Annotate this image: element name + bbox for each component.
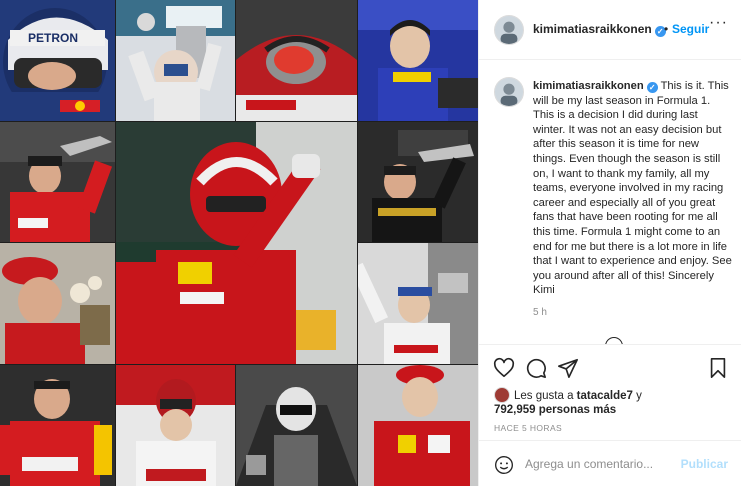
post-timestamp[interactable]: HACE 5 HORAS	[494, 423, 562, 433]
post-caption: kimimatiasraikkonen ✓ This is it. This wi…	[533, 79, 733, 298]
photo-alfa-romeo-helmet	[116, 365, 235, 486]
add-comment-bar: Publicar	[479, 440, 741, 486]
photo-champagne	[0, 243, 115, 364]
photo-lotus-trophy	[358, 122, 478, 242]
likes-summary: Les gusta a tatacalde7 y 792,959 persona…	[494, 387, 734, 417]
photo-mclaren-podium	[358, 243, 478, 364]
likes-prefix: Les gusta a	[514, 390, 577, 402]
photo-ferrari-suit-arms	[0, 365, 115, 486]
caption-text: This is it. This will be my last season …	[533, 80, 732, 297]
caption-username[interactable]: kimimatiasraikkonen ✓	[533, 80, 658, 93]
post-image[interactable]: PETRON	[0, 0, 478, 486]
paper-plane-icon[interactable]	[557, 357, 579, 379]
photo-young-kimi-sauber	[358, 0, 478, 121]
comment-input[interactable]	[525, 453, 685, 475]
photo-cockpit	[236, 365, 357, 486]
caption-avatar[interactable]	[494, 77, 524, 107]
post-header: kimimatiasraikkonen ✓ • Seguir ···	[479, 0, 741, 60]
header-separator: •	[664, 22, 669, 36]
photo-ferrari-cap	[358, 365, 478, 486]
header-username[interactable]: kimimatiasraikkonen ✓	[533, 22, 666, 37]
comment-icon[interactable]	[525, 357, 547, 379]
more-options-icon[interactable]: ···	[709, 14, 728, 32]
likes-count[interactable]: 792,959 personas más	[494, 404, 616, 416]
caption-time: 5 h	[533, 307, 547, 318]
photo-helmet-red-bull: PETRON	[0, 0, 115, 121]
photo-car-halo	[236, 0, 357, 121]
follow-button[interactable]: Seguir	[672, 22, 709, 36]
likes-connector: y	[632, 390, 642, 402]
avatar[interactable]	[494, 15, 524, 45]
load-more-comments-icon[interactable]	[605, 337, 623, 344]
verified-badge-icon: ✓	[646, 82, 658, 93]
comments-section: kimimatiasraikkonen ✓ This is it. This wi…	[479, 61, 741, 344]
heart-icon[interactable]	[493, 357, 515, 379]
liker-username[interactable]: tatacalde7	[577, 390, 633, 402]
bookmark-icon[interactable]	[707, 357, 729, 379]
svg-text:PETRON: PETRON	[28, 31, 78, 45]
publish-button[interactable]: Publicar	[681, 457, 728, 471]
liker-avatar[interactable]	[494, 387, 510, 403]
photo-podium-trophy	[116, 0, 235, 121]
photo-kimi-celebrating-helmet	[116, 122, 357, 364]
smiley-icon[interactable]	[494, 455, 514, 475]
post-side-panel: kimimatiasraikkonen ✓ • Seguir ··· kimima…	[478, 0, 741, 486]
photo-ferrari-trophy	[0, 122, 115, 242]
